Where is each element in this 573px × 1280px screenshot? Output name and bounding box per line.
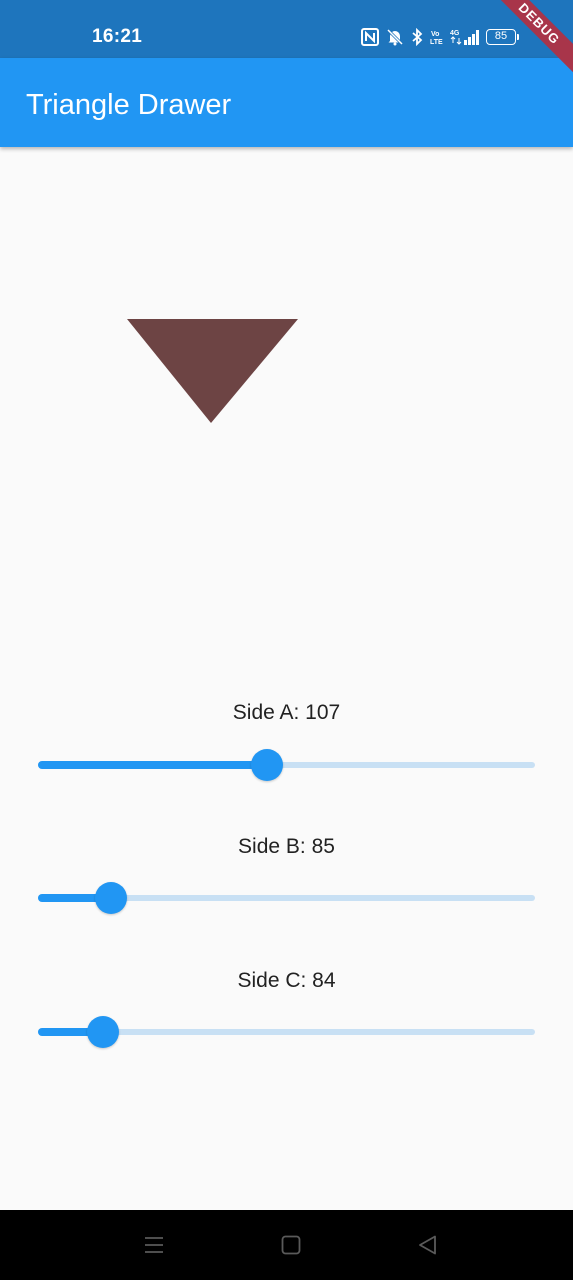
side-b-thumb[interactable] [95,882,127,914]
battery-level: 85 [494,30,508,42]
side-a-thumb[interactable] [251,749,283,781]
status-time: 16:21 [92,26,143,47]
volte-icon: Vo LTE [430,31,443,46]
nfc-icon [361,28,379,46]
side-c-label: Side C: 84 [237,969,336,992]
app-bar: Triangle Drawer [0,58,573,147]
side-b-control: Side B: 85 [0,834,573,944]
side-c-control: Side C: 84 [0,968,573,1078]
side-a-label: Side A: 107 [232,701,341,724]
menu-icon[interactable] [141,1232,167,1258]
side-b-label: Side B: 85 [238,835,335,858]
triangle-canvas [0,147,573,667]
triangle-drawing [127,319,298,423]
svg-text:Vo: Vo [431,31,439,38]
app-title: Triangle Drawer [26,89,232,121]
side-c-thumb[interactable] [87,1016,119,1048]
battery-icon: 85 [486,29,519,45]
home-icon[interactable] [278,1232,304,1258]
mute-bell-icon [386,28,404,46]
svg-text:LTE: LTE [430,39,443,46]
bluetooth-icon [412,28,423,46]
network-type: 4G [450,30,460,37]
side-b-slider[interactable] [38,878,535,918]
side-a-slider[interactable] [38,745,535,785]
signal-icon: 4G [450,30,479,45]
status-bar: 16:21 Vo LTE 4G 85 DEBUG [0,0,573,81]
side-a-track-active [38,761,267,769]
triangle-shape [127,319,298,423]
system-nav-bar [0,1210,573,1280]
side-c-slider[interactable] [38,1012,535,1052]
back-icon[interactable] [415,1232,441,1258]
status-icons: Vo LTE 4G 85 [360,26,519,48]
side-a-control: Side A: 107 [0,700,573,810]
